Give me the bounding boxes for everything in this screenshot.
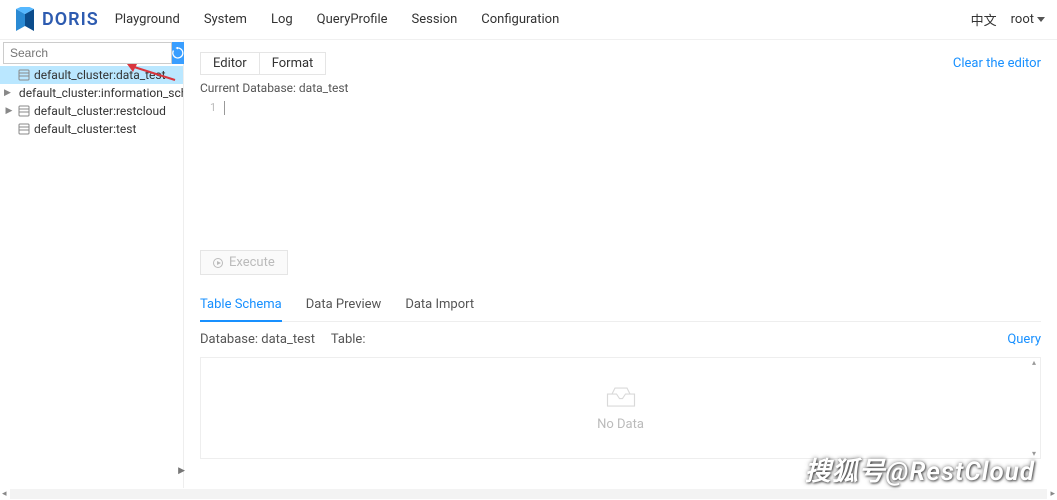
query-link[interactable]: Query [1007,332,1041,347]
line-number: 1 [210,101,216,114]
scroll-up-icon: ▴ [1030,358,1038,367]
nav-playground[interactable]: Playground [115,12,180,27]
database-icon [18,105,30,117]
db-tree: default_cluster:data_test ▶ default_clus… [0,66,183,488]
nav-system[interactable]: System [204,12,247,27]
vertical-scrollbar[interactable]: ▴ ▾ [1030,358,1038,458]
seg-editor[interactable]: Editor [201,53,259,74]
nav-queryprofile[interactable]: QueryProfile [317,12,388,27]
refresh-icon [172,47,184,59]
result-tabs: Table Schema Data Preview Data Import [200,289,1041,322]
watermark: 搜狐号@RestCloud [805,451,1035,488]
user-menu[interactable]: root [1011,12,1045,27]
tab-table-schema[interactable]: Table Schema [200,289,282,322]
logo: DORIS [12,7,99,33]
tree-item[interactable]: default_cluster:test [0,120,183,138]
tab-data-import[interactable]: Data Import [405,289,474,321]
user-name: root [1011,12,1034,27]
app-header: DORIS Playground System Log QueryProfile… [0,0,1057,40]
tree-item-label: default_cluster:data_test [34,68,166,82]
result-empty-panel: No Data ▴ ▾ [200,357,1041,459]
seg-format[interactable]: Format [259,53,326,74]
nav-configuration[interactable]: Configuration [481,12,559,27]
scroll-left-icon: ◂ [0,489,9,499]
tree-item-label: default_cluster:information_schema [19,86,183,100]
result-info-row: Database: data_test Table: Query [200,322,1041,357]
tree-item-label: default_cluster:test [34,122,136,136]
editor-mode-segment: Editor Format [200,52,326,75]
tree-item[interactable]: default_cluster:data_test [0,66,183,84]
tree-caret-icon: ▶ [4,106,14,116]
no-data-text: No Data [597,417,644,432]
logo-icon [12,7,38,33]
nav-session[interactable]: Session [412,12,458,27]
tab-data-preview[interactable]: Data Preview [306,289,382,321]
logo-text: DORIS [42,9,99,30]
tree-item-label: default_cluster:restcloud [34,104,166,118]
inbox-icon [603,385,639,409]
tree-item[interactable]: ▶ default_cluster:restcloud [0,102,183,120]
database-icon [18,123,30,135]
horizontal-scrollbar[interactable]: ◂ ▸ [0,488,1057,500]
main-panel: Editor Format Clear the editor Current D… [184,40,1057,488]
scroll-track [10,489,1048,499]
database-icon [18,69,30,81]
header-right: 中文 root [971,10,1045,29]
cursor-icon [224,101,225,115]
search-input[interactable] [3,42,172,64]
nav-log[interactable]: Log [271,12,293,27]
play-icon [213,258,223,268]
tree-caret-icon: ▶ [4,88,11,98]
scroll-right-icon: ▸ [1048,489,1057,499]
sidebar: default_cluster:data_test ▶ default_clus… [0,40,184,488]
search-refresh-button[interactable] [172,42,184,64]
clear-editor-link[interactable]: Clear the editor [953,56,1041,71]
current-database: Current Database: data_test [200,81,1041,95]
tree-item[interactable]: ▶ default_cluster:information_schema [0,84,183,102]
execute-button[interactable]: Execute [200,250,288,275]
lang-toggle[interactable]: 中文 [971,10,997,29]
top-nav: Playground System Log QueryProfile Sessi… [115,12,971,27]
chevron-down-icon [1037,17,1045,22]
sql-editor[interactable]: 1 [200,99,1041,244]
